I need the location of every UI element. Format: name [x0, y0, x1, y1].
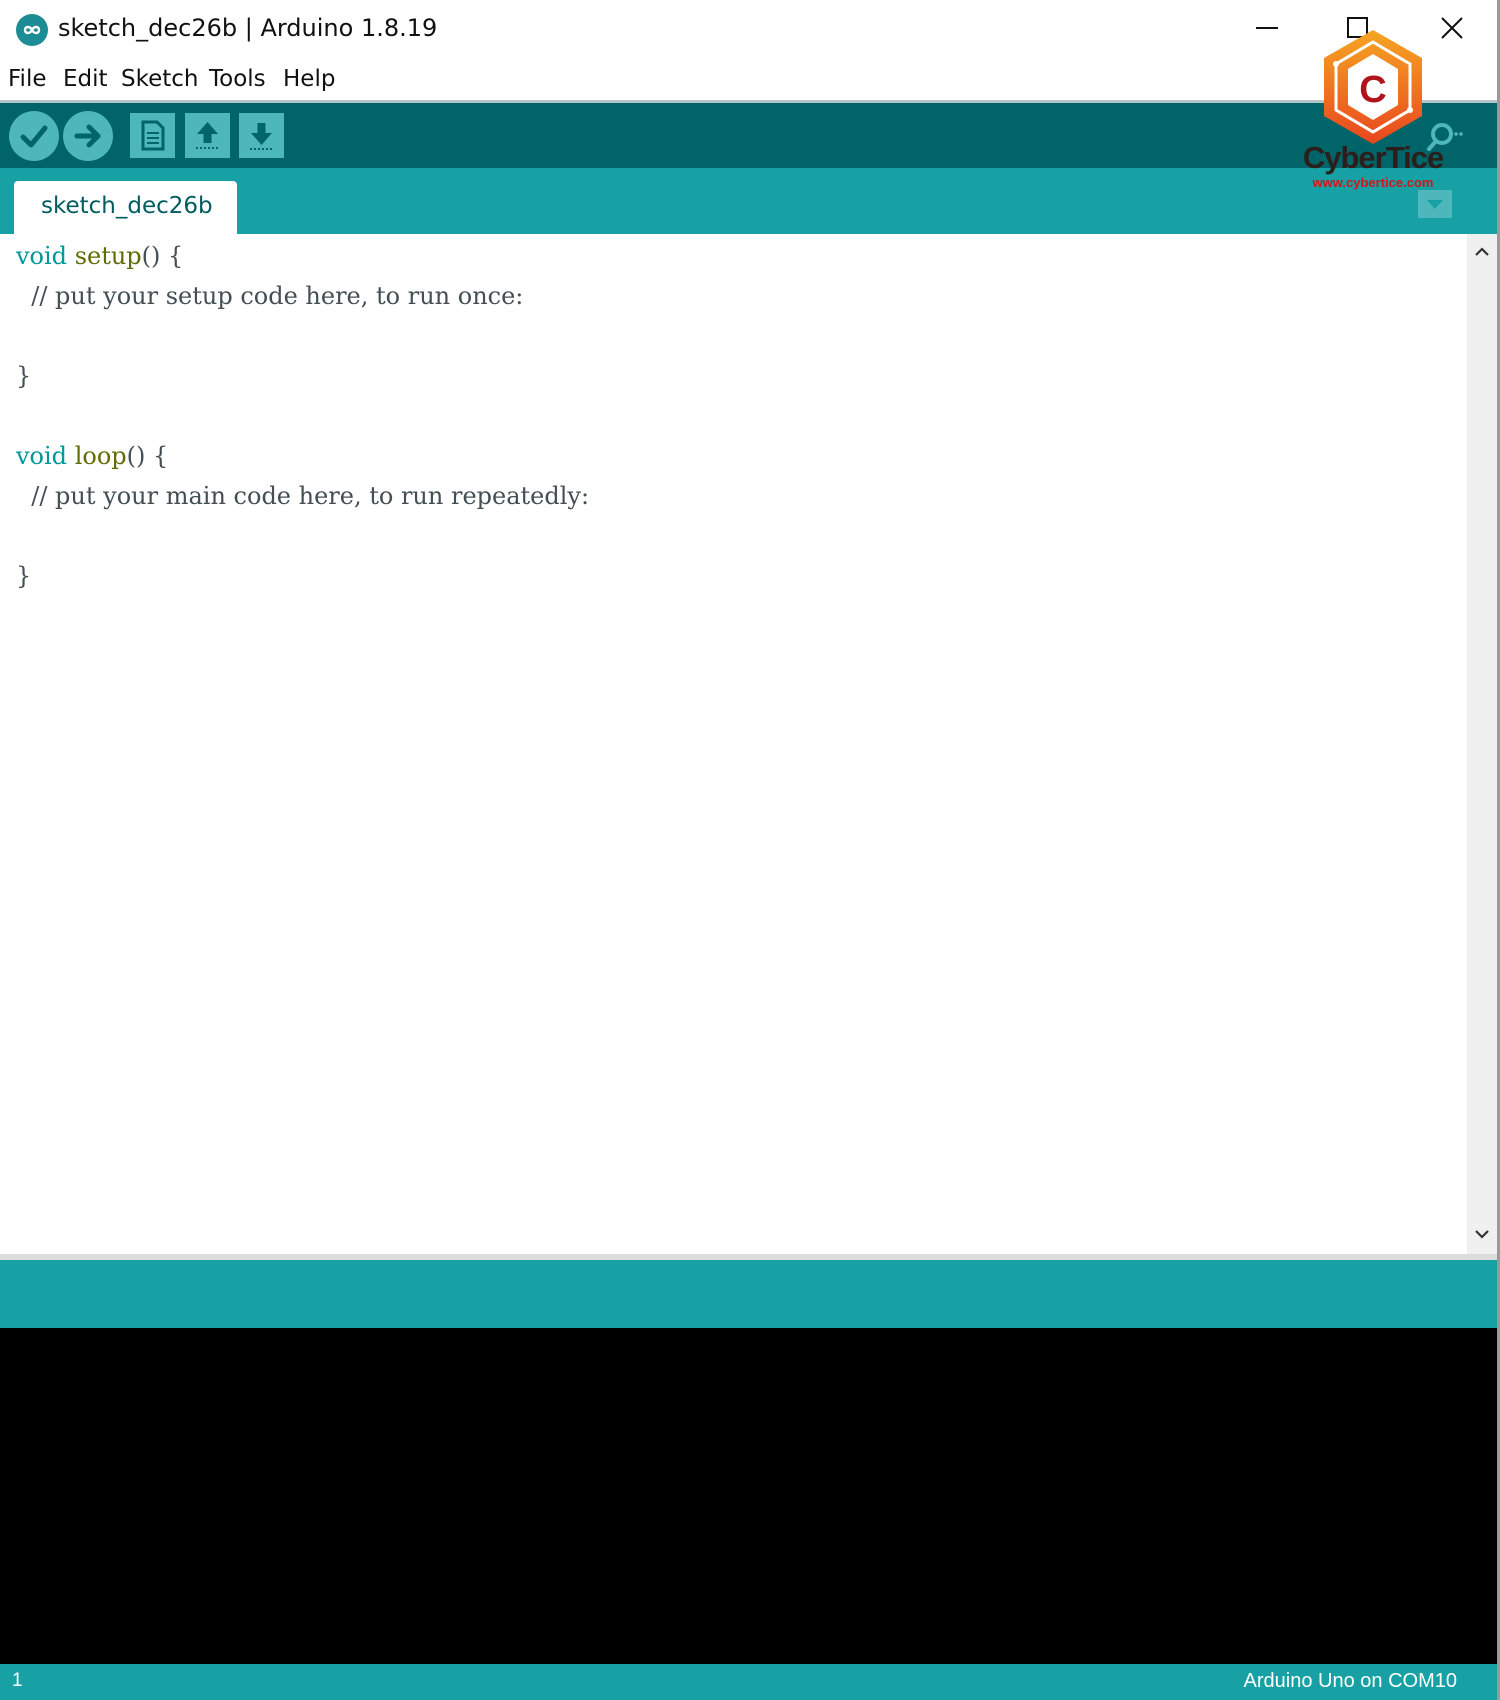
open-button[interactable] [185, 113, 230, 158]
code-comment: // put your setup code here, to run once… [16, 282, 524, 310]
function-name: loop [74, 442, 127, 470]
new-sketch-button[interactable] [130, 113, 175, 158]
tab-sketch[interactable]: sketch_dec26b [14, 181, 237, 234]
cybertice-logo: C [1324, 30, 1422, 144]
keyword-void: void [16, 442, 68, 470]
code-comment: // put your main code here, to run repea… [16, 482, 590, 510]
code-line: void setup() { [16, 242, 183, 282]
code-line: } [16, 562, 32, 590]
editor-scrollbar[interactable] [1467, 234, 1497, 1254]
arduino-infinity-icon [16, 14, 48, 46]
arrow-up-icon [196, 122, 219, 149]
upload-button[interactable] [63, 111, 113, 161]
logo-letter: C [1359, 69, 1386, 111]
watermark-name: CyberTice [1302, 140, 1444, 175]
code-line: } [16, 362, 32, 390]
verify-button[interactable] [9, 111, 59, 161]
message-area [0, 1260, 1497, 1328]
scroll-up-button[interactable] [1467, 240, 1497, 264]
arduino-ide-window: sketch_dec26b | Arduino 1.8.19 File Edit… [0, 0, 1500, 1700]
menu-edit[interactable]: Edit [63, 66, 108, 92]
chevron-down-icon [1475, 1230, 1489, 1239]
scroll-down-button[interactable] [1467, 1222, 1497, 1246]
keyword-void: void [16, 242, 68, 270]
tab-label: sketch_dec26b [41, 193, 213, 219]
check-icon [20, 125, 48, 148]
arrow-right-icon [74, 124, 101, 148]
tab-bar: sketch_dec26b [0, 168, 1497, 234]
chevron-up-icon [1475, 247, 1489, 256]
window-title: sketch_dec26b | Arduino 1.8.19 [58, 14, 438, 42]
line-number: 1 [12, 1670, 23, 1691]
code-punctuation: () { [141, 242, 184, 270]
code-editor[interactable]: void setup() { // put your setup code he… [0, 234, 1467, 1254]
cybertice-watermark: C CyberTice www.cybertice.com [1298, 28, 1448, 196]
watermark-url: www.cybertice.com [1312, 175, 1434, 190]
function-name: setup [74, 242, 142, 270]
menu-help[interactable]: Help [283, 66, 335, 92]
output-console[interactable] [0, 1328, 1497, 1664]
code-line: void loop() { [16, 442, 168, 482]
title-bar: sketch_dec26b | Arduino 1.8.19 [0, 0, 1497, 60]
menu-tools[interactable]: Tools [209, 66, 266, 92]
menu-file[interactable]: File [8, 66, 47, 92]
save-button[interactable] [239, 113, 284, 158]
page-icon [141, 120, 165, 151]
arrow-down-icon [250, 123, 273, 150]
toolbar [0, 103, 1497, 168]
menu-bar: File Edit Sketch Tools Help [0, 60, 1497, 100]
menu-sketch[interactable]: Sketch [121, 66, 199, 92]
status-bar: 1 Arduino Uno on COM10 [0, 1664, 1497, 1700]
code-punctuation: () { [126, 442, 169, 470]
board-port-status: Arduino Uno on COM10 [1243, 1670, 1457, 1692]
